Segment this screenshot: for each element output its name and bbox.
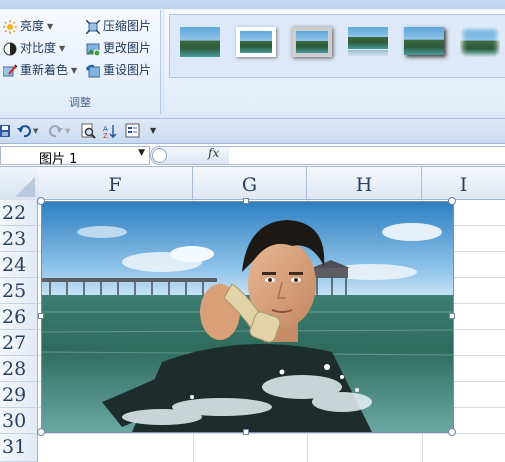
row-header-28[interactable]: 28 [0,356,38,382]
formula-bar: 图片 1 ▼ fx [0,144,505,167]
picture-style-reflected[interactable] [348,27,388,57]
ribbon-tab-strip [0,0,505,9]
contrast-icon [3,42,17,56]
svg-text:Z: Z [103,132,108,139]
adjust-group-label: 调整 [69,96,91,109]
picture-style-gray-frame[interactable] [292,27,332,57]
recolor-icon [2,63,18,78]
reset-picture-icon [86,64,101,78]
gridline [38,433,505,434]
reset-picture-button[interactable]: 重设图片 [86,60,151,80]
print-preview-icon[interactable] [80,123,96,139]
resize-handle-top-left[interactable] [37,197,45,205]
resize-handle-top-right[interactable] [448,197,456,205]
form-icon[interactable] [125,123,141,139]
resize-handle-left[interactable] [38,313,44,319]
undo-icon[interactable] [16,123,32,139]
chevron-down-icon[interactable]: ▼ [138,148,145,158]
chevron-down-icon: ▼ [71,65,78,75]
column-header-F[interactable]: F [38,167,193,200]
column-header-H[interactable]: H [307,167,422,200]
chevron-down-icon: ▼ [59,43,66,53]
resize-handle-bottom-right[interactable] [448,428,456,436]
select-all-button[interactable] [0,167,39,201]
row-header-31[interactable]: 31 [0,434,38,462]
resize-handle-bottom[interactable] [243,429,249,435]
inserted-picture[interactable] [41,201,454,433]
man-on-phone-in-sea-photo [42,202,453,432]
row-header-26[interactable]: 26 [0,304,38,330]
resize-circle-icon[interactable] [152,148,167,163]
adjust-group: 亮度 ▼ 压缩图片 对比度 ▼ 更改图片 重新着色 ▼ 重设图片 调整 [0,10,161,114]
picture-style-white-frame[interactable] [236,27,276,57]
picture-styles-gallery [169,14,505,78]
ribbon: 亮度 ▼ 压缩图片 对比度 ▼ 更改图片 重新着色 ▼ 重设图片 调整 [0,0,505,119]
quick-access-toolbar: ▼ ▼ AZ ▼ [0,119,505,144]
row-header-22[interactable]: 22 [0,200,38,226]
sort-icon[interactable]: AZ [103,123,119,140]
resize-handle-bottom-left[interactable] [37,428,45,436]
brightness-button[interactable]: 亮度 ▼ [3,16,53,36]
change-picture-icon [86,42,101,56]
row-header-24[interactable]: 24 [0,252,38,278]
row-header-23[interactable]: 23 [0,226,38,252]
save-icon[interactable] [0,123,16,139]
recolor-button[interactable]: 重新着色 ▼ [2,60,78,80]
picture-style-drop-shadow[interactable] [404,27,444,57]
contrast-button[interactable]: 对比度 ▼ [3,38,65,58]
customize-dropdown-icon[interactable]: ▼ [150,123,160,139]
column-header-G[interactable]: G [193,167,307,200]
resize-handle-right[interactable] [449,313,455,319]
row-header-30[interactable]: 30 [0,408,38,434]
row-header-27[interactable]: 27 [0,330,38,356]
picture-styles-group [165,10,505,114]
row-header-25[interactable]: 25 [0,278,38,304]
name-box-value: 图片 1 [39,152,78,167]
compress-picture-button[interactable]: 压缩图片 [85,16,151,36]
row-header-29[interactable]: 29 [0,382,38,408]
resize-handle-top[interactable] [243,198,249,204]
compress-picture-icon [85,19,101,34]
picture-style-simple-frame[interactable] [180,27,220,57]
formula-input[interactable] [229,146,505,165]
redo-dropdown-icon[interactable]: ▼ [65,123,73,139]
name-box[interactable]: 图片 1 ▼ [0,146,150,167]
brightness-icon [3,19,17,34]
change-picture-button[interactable]: 更改图片 [86,38,151,58]
redo-icon[interactable] [48,123,64,139]
chevron-down-icon: ▼ [47,21,54,31]
undo-dropdown-icon[interactable]: ▼ [33,123,41,139]
formula-controls: fx [150,146,230,165]
picture-style-soft-edge[interactable] [460,27,500,57]
insert-function-button[interactable]: fx [208,146,219,160]
column-header-I[interactable]: I [422,167,505,200]
spreadsheet-grid: F G H I 22 23 24 25 26 27 28 29 30 31 [0,167,505,462]
